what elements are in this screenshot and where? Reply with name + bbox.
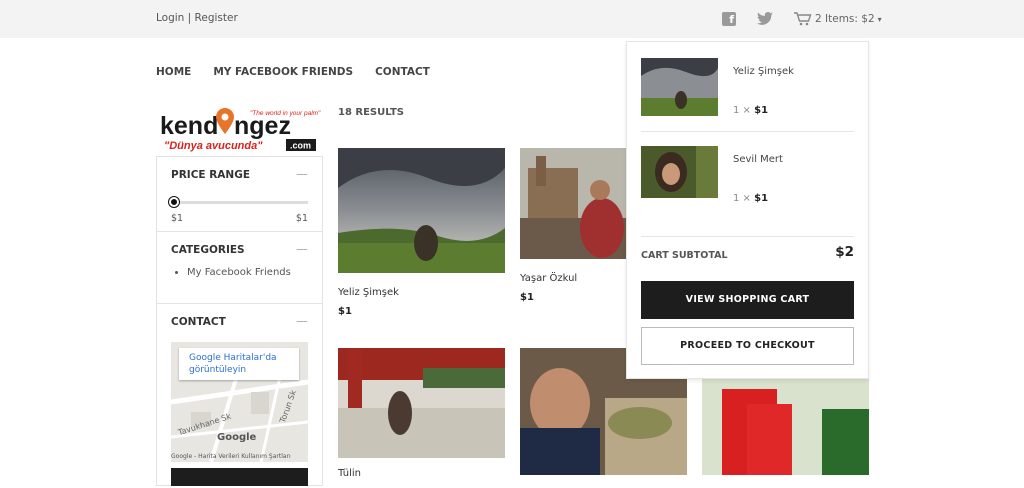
mini-cart-dropdown: Yeliz Şimşek 1 × $1 Sevil Mert 1 × $1 CA…	[626, 41, 869, 379]
logo-text-main: kend	[160, 112, 218, 140]
category-link[interactable]: My Facebook Friends	[187, 267, 308, 278]
main-nav: HOME MY FACEBOOK FRIENDS CONTACT	[156, 66, 452, 78]
top-bar: Login | Register f 2 Items: $2 ▾	[0, 0, 1024, 38]
product-image[interactable]	[338, 348, 505, 458]
contact-title: CONTACT	[171, 316, 226, 328]
logo-tagline: "The world in your palm"	[250, 110, 321, 117]
contact-widget: CONTACT — Google Haritalar'da görüntüley…	[157, 303, 322, 488]
categories-title: CATEGORIES	[171, 244, 245, 256]
product-name[interactable]: Tülin	[338, 468, 361, 479]
cart-subtotal-value: $2	[835, 244, 854, 260]
cart-icon	[794, 12, 812, 26]
auth-links: Login | Register	[156, 12, 238, 24]
login-link[interactable]: Login	[156, 12, 184, 24]
logo-subtitle: "Dünya avucunda"	[164, 140, 263, 152]
site-logo[interactable]: kend ngez "The world in your palm" "Düny…	[160, 106, 322, 156]
map-open-link[interactable]: Google Haritalar'da görüntüleyin	[179, 348, 299, 380]
price-range-title: PRICE RANGE	[171, 169, 251, 181]
divider	[641, 236, 854, 237]
cart-item-quantity: 1 × $1	[733, 193, 769, 204]
product-card[interactable]	[702, 379, 869, 475]
nav-item-facebook-friends[interactable]: MY FACEBOOK FRIENDS	[213, 66, 353, 78]
product-image[interactable]	[520, 148, 626, 259]
collapse-icon[interactable]: —	[296, 242, 308, 256]
price-slider-handle[interactable]	[169, 197, 179, 207]
product-card[interactable]: Yeliz Şimşek $1	[338, 148, 505, 328]
checkout-button[interactable]: PROCEED TO CHECKOUT	[641, 327, 854, 365]
cart-item-name[interactable]: Sevil Mert	[733, 154, 783, 165]
auth-separator: |	[184, 12, 195, 24]
product-card[interactable]: Tülin	[338, 348, 505, 479]
sidebar: PRICE RANGE — $1 $1 CATEGORIES — My Face…	[156, 156, 323, 486]
logo-dotcom: .com	[290, 141, 311, 151]
product-image[interactable]	[702, 379, 869, 475]
nav-item-home[interactable]: HOME	[156, 66, 191, 78]
location-pin-icon	[216, 108, 234, 134]
cart-item-name[interactable]: Yeliz Şimşek	[733, 66, 794, 77]
register-link[interactable]: Register	[195, 12, 238, 24]
product-price: $1	[520, 292, 534, 303]
map-footer: Google - Harita Verileri Kullanım Şartla…	[171, 453, 291, 460]
view-cart-button[interactable]: VIEW SHOPPING CART	[641, 281, 854, 319]
collapse-icon[interactable]: —	[296, 167, 308, 181]
categories-widget: CATEGORIES — My Facebook Friends	[157, 231, 322, 303]
product-name[interactable]: Yaşar Özkul	[520, 273, 577, 284]
product-card[interactable]: Yaşar Özkul $1	[520, 148, 626, 313]
divider	[641, 131, 854, 132]
product-image[interactable]	[338, 148, 505, 273]
price-slider[interactable]	[169, 197, 308, 207]
google-map[interactable]: Google Haritalar'da görüntüleyin Tavukha…	[171, 342, 308, 462]
twitter-icon[interactable]	[757, 11, 773, 30]
cart-item-quantity: 1 × $1	[733, 105, 769, 116]
collapse-icon[interactable]: —	[296, 314, 308, 328]
facebook-icon[interactable]: f	[722, 12, 736, 26]
price-min: $1	[171, 213, 184, 224]
google-logo: Google	[217, 432, 257, 443]
chevron-down-icon: ▾	[877, 14, 882, 24]
cart-summary: 2 Items: $2	[815, 13, 875, 25]
contact-submit-button[interactable]	[171, 468, 308, 486]
product-price: $1	[338, 306, 352, 317]
price-max: $1	[295, 213, 308, 224]
results-count: 18 RESULTS	[338, 107, 404, 118]
nav-item-contact[interactable]: CONTACT	[375, 66, 430, 78]
price-range-widget: PRICE RANGE — $1 $1	[157, 156, 322, 231]
cart-item-thumbnail[interactable]	[641, 146, 718, 204]
product-name[interactable]: Yeliz Şimşek	[338, 287, 399, 298]
cart-item-thumbnail[interactable]	[641, 58, 718, 116]
header-cart-link[interactable]: 2 Items: $2 ▾	[794, 12, 882, 26]
cart-subtotal-label: CART SUBTOTAL	[641, 250, 728, 261]
